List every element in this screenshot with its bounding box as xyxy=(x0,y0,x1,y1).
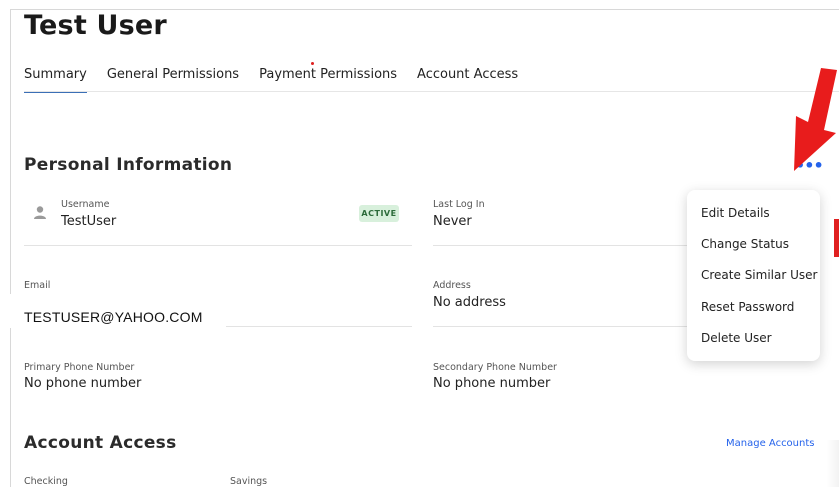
annotation-edge xyxy=(834,219,839,257)
last-login-divider xyxy=(433,245,687,246)
menu-item-create-similar-user[interactable]: Create Similar User xyxy=(701,268,817,282)
last-login-value: Never xyxy=(433,214,472,229)
red-arrow-icon xyxy=(794,68,837,171)
tab-divider xyxy=(24,91,839,92)
user-icon xyxy=(34,206,46,219)
email-value: TESTUSER@YAHOO.COM xyxy=(24,309,203,325)
frame-left-border-lower xyxy=(10,328,11,487)
tab-account-access[interactable]: Account Access xyxy=(417,67,518,93)
checking-column-label: Checking xyxy=(24,476,68,487)
frame-left-border xyxy=(10,9,11,294)
menu-item-delete-user[interactable]: Delete User xyxy=(701,331,772,345)
primary-phone-value: No phone number xyxy=(24,376,142,391)
page-title: Test User xyxy=(24,10,167,41)
secondary-phone-value: No phone number xyxy=(433,376,551,391)
username-label: Username xyxy=(61,199,110,210)
primary-phone-label: Primary Phone Number xyxy=(24,362,135,373)
last-login-label: Last Log In xyxy=(433,199,485,210)
menu-item-reset-password[interactable]: Reset Password xyxy=(701,300,794,314)
secondary-phone-label: Secondary Phone Number xyxy=(433,362,557,373)
tab-bar: Summary General Permissions Payment Perm… xyxy=(24,67,538,93)
tab-summary[interactable]: Summary xyxy=(24,67,87,93)
email-label: Email xyxy=(24,280,51,291)
address-divider xyxy=(433,326,687,327)
tab-general-permissions[interactable]: General Permissions xyxy=(107,67,239,93)
personal-information-heading: Personal Information xyxy=(24,155,233,175)
menu-item-change-status[interactable]: Change Status xyxy=(701,237,789,251)
menu-item-edit-details[interactable]: Edit Details xyxy=(701,206,770,220)
account-access-heading: Account Access xyxy=(24,433,177,453)
address-label: Address xyxy=(433,280,471,291)
address-value: No address xyxy=(433,295,506,310)
status-badge: ACTIVE xyxy=(359,205,399,222)
edge-shadow xyxy=(826,440,839,487)
savings-column-label: Savings xyxy=(230,476,268,487)
manage-accounts-link[interactable]: Manage Accounts xyxy=(726,438,815,449)
username-divider xyxy=(24,245,412,246)
annotation-dot xyxy=(311,62,314,65)
tab-payment-permissions[interactable]: Payment Permissions xyxy=(259,67,397,93)
username-value: TestUser xyxy=(61,214,117,229)
actions-menu: Edit Details Change Status Create Simila… xyxy=(687,190,820,361)
